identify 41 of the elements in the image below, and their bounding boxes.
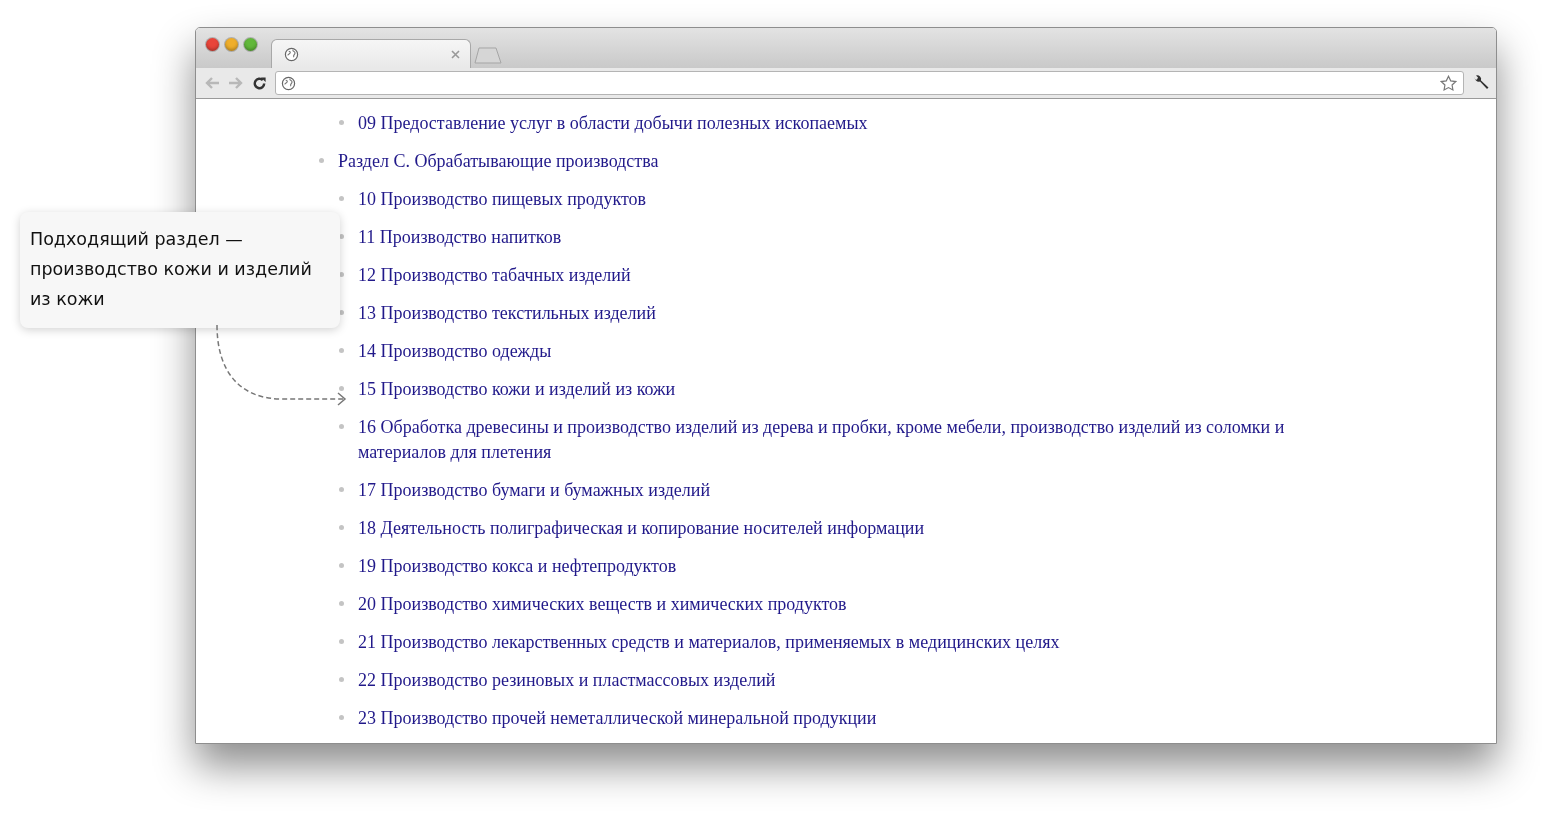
list-link[interactable]: 20 Производство химических веществ и химических продуктов [358,592,847,617]
bullet-icon [339,715,344,720]
globe-icon [284,46,299,62]
callout-note: Подходящий раздел — производство кожи и изделий из кожи [20,212,340,328]
bullet-icon [319,158,324,163]
list-link[interactable]: 14 Производство одежды [358,339,552,364]
address-bar[interactable] [275,71,1464,95]
bullet-icon [339,196,344,201]
bullet-icon [339,386,344,391]
bullet-icon [339,601,344,606]
list-link[interactable]: 12 Производство табачных изделий [358,263,631,288]
bullet-icon [339,525,344,530]
bullet-icon [339,348,344,353]
bullet-icon [339,120,344,125]
bullet-icon [339,487,344,492]
list-link[interactable]: 10 Производство пищевых продуктов [358,187,647,212]
bullet-icon [339,677,344,682]
list-link[interactable]: 15 Производство кожи и изделий из кожи [358,377,676,402]
globe-icon [281,75,296,91]
list-link[interactable]: 18 Деятельность полиграфическая и копирование носителей информации [358,516,925,541]
reload-icon[interactable] [252,75,267,91]
bullet-icon [339,639,344,644]
browser-tab[interactable] [271,39,471,68]
list-link[interactable]: 19 Производство кокса и нефтепродуктов [358,554,677,579]
section-link[interactable]: Раздел C. Обрабатывающие производства [338,149,659,174]
list-link[interactable]: 21 Производство лекарственных средств и материалов, применяемых в медицинских целях [358,630,1060,655]
bullet-icon [339,424,344,429]
list-link[interactable]: 09 Предоставление услуг в области добычи полезных ископаемых [358,111,868,136]
new-tab-button[interactable] [473,46,503,64]
close-window-button[interactable] [206,38,219,51]
list-link[interactable]: 23 Производство прочей неметаллической минеральной продукции [358,706,877,731]
minimize-window-button[interactable] [225,38,238,51]
list-link[interactable]: 13 Производство текстильных изделий [358,301,656,326]
bullet-icon [339,563,344,568]
list-link[interactable]: 16 Обработка древесины и производство изделий из дерева и пробки, кроме мебели, производство изделий из соломки и материалов для плетения [358,415,1358,465]
list-link[interactable]: 17 Производство бумаги и бумажных изделий [358,478,711,503]
close-icon[interactable] [451,49,460,59]
zoom-window-button[interactable] [244,38,257,51]
star-icon[interactable] [1440,74,1457,92]
list-link[interactable]: 11 Производство напитков [358,225,562,250]
list-link[interactable]: 22 Производство резиновых и пластмассовых изделий [358,668,776,693]
